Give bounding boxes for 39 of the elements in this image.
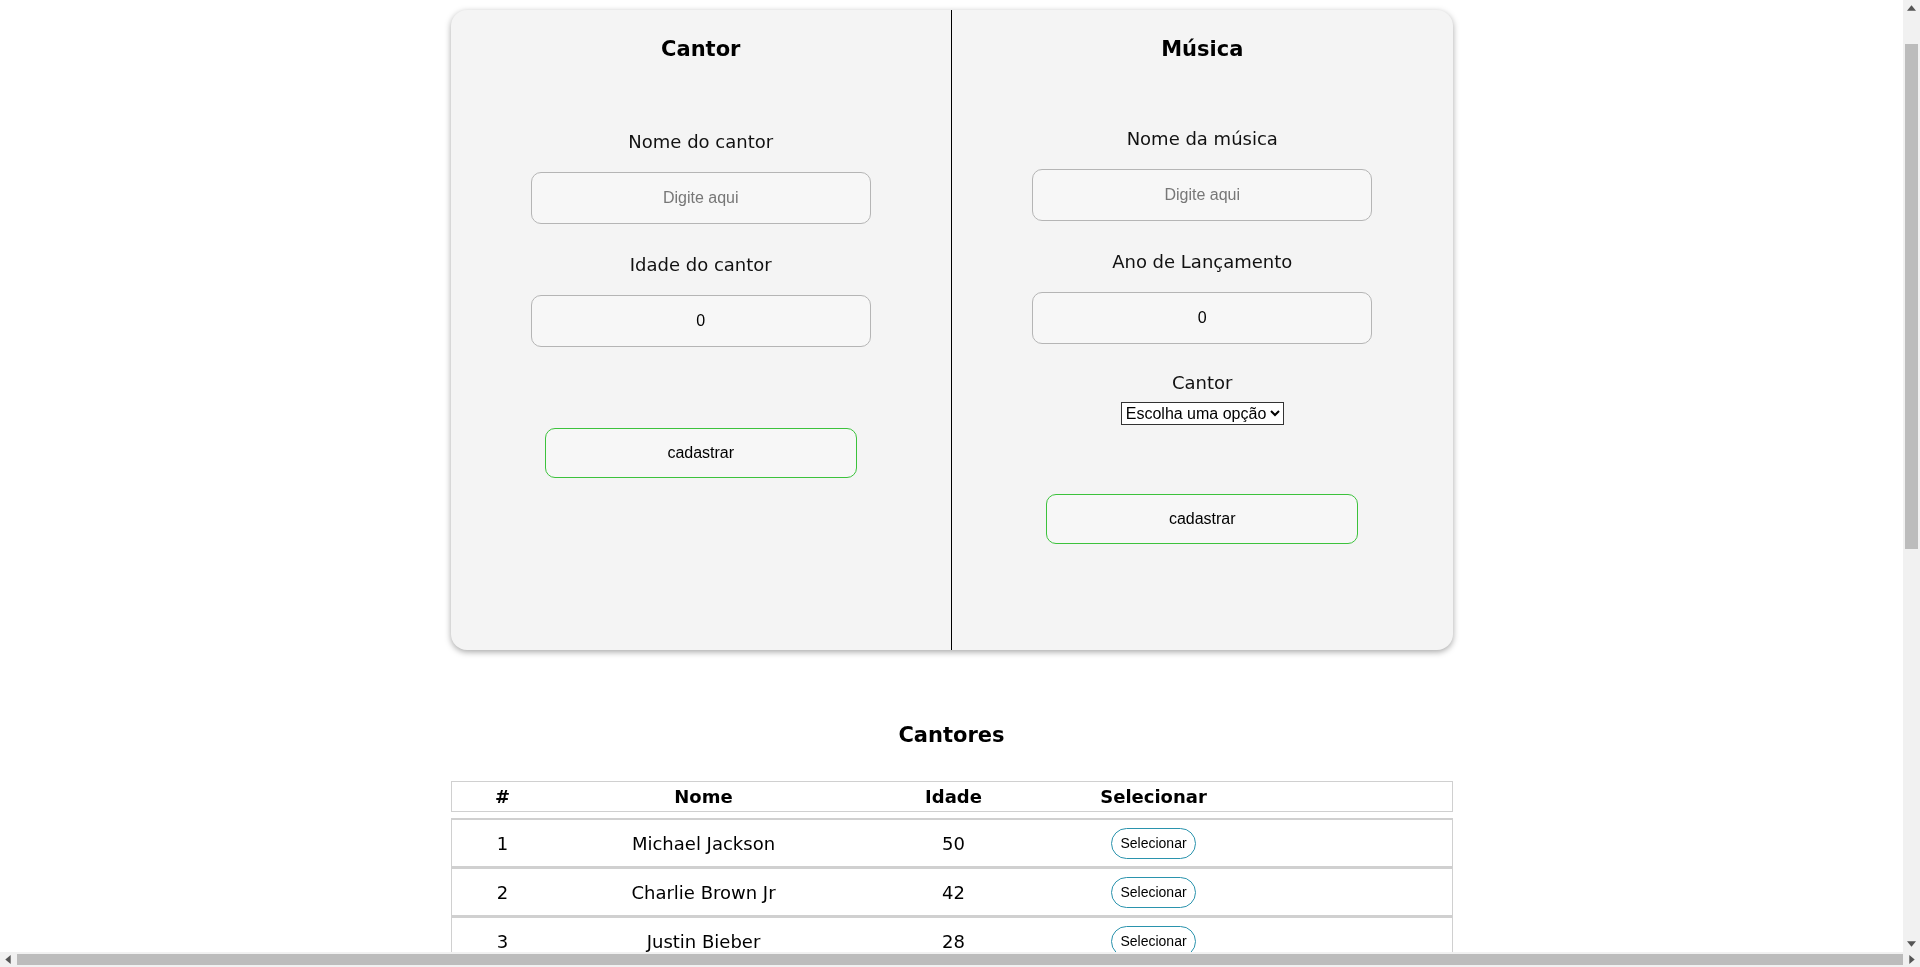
column-header: Idade <box>924 786 983 807</box>
vertical-scrollbar[interactable] <box>1903 0 1920 952</box>
input-field[interactable]: 0 <box>1032 292 1373 344</box>
field-label: Idade do cantor <box>629 254 772 276</box>
input-field[interactable]: Digite aqui <box>530 172 871 224</box>
column-header: Selecionar <box>1099 786 1208 807</box>
table-cell-text: 1 <box>495 832 510 854</box>
column-header: Nome <box>673 786 734 807</box>
submit-button[interactable]: cadastrar <box>544 428 857 478</box>
table-cell-text: Michael Jackson <box>630 832 777 854</box>
select-button[interactable]: Selecionar <box>1111 827 1196 859</box>
field-label: Ano de Lançamento <box>1112 251 1293 273</box>
section-title: Música <box>1161 36 1244 62</box>
input-field[interactable]: 0 <box>530 295 871 347</box>
select-button[interactable]: Selecionar <box>1111 925 1196 952</box>
select-button[interactable]: Selecionar <box>1111 876 1196 908</box>
right-arrow-icon[interactable] <box>1909 955 1915 964</box>
scrollbar-thumb[interactable] <box>1905 44 1918 549</box>
down-arrow-icon[interactable] <box>1907 941 1916 947</box>
horizontal-scrollbar[interactable] <box>0 952 1920 967</box>
submit-button[interactable]: cadastrar <box>1046 494 1359 544</box>
table-cell-text: 28 <box>941 930 966 952</box>
table-title: Cantores <box>898 722 1005 748</box>
table-cell-text: Justin Bieber <box>644 930 762 952</box>
field-label: Nome do cantor <box>628 131 774 153</box>
table-cell-text: 2 <box>495 881 510 903</box>
table-cell-text: 3 <box>495 930 510 952</box>
input-field[interactable]: Digite aqui <box>1032 169 1373 221</box>
table-cell-text: 42 <box>941 881 966 903</box>
dropdown[interactable]: Escolha uma opção <box>1120 402 1284 425</box>
up-arrow-icon[interactable] <box>1907 5 1916 11</box>
scrollbar-thumb[interactable] <box>17 954 1903 965</box>
column-header: # <box>493 786 512 807</box>
left-arrow-icon[interactable] <box>5 955 11 964</box>
field-label: Nome da música <box>1126 128 1278 150</box>
section-title: Cantor <box>661 36 741 62</box>
table-cell-text: 50 <box>941 832 966 854</box>
table-cell-text: Charlie Brown Jr <box>630 881 777 903</box>
field-label: Cantor <box>1172 372 1233 394</box>
